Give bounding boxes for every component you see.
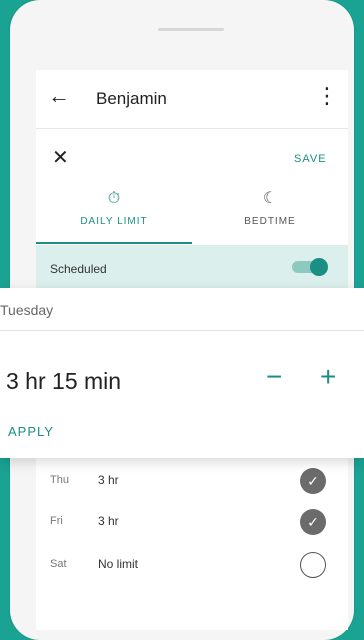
day-row-thu[interactable]: Thu 3 hr ✓ xyxy=(36,461,348,501)
active-tab-indicator xyxy=(36,242,192,244)
checkmark-icon[interactable]: ✓ xyxy=(300,509,326,535)
day-label: Sat xyxy=(50,558,67,570)
apply-button[interactable]: APPLY xyxy=(8,424,54,439)
scheduled-label: Scheduled xyxy=(50,262,107,276)
back-arrow-icon[interactable]: ← xyxy=(48,84,70,108)
close-icon[interactable]: ✕ xyxy=(52,148,69,168)
divider xyxy=(0,330,364,331)
moon-icon: ☾ xyxy=(262,190,278,207)
tab-daily-limit-label: DAILY LIMIT xyxy=(80,216,148,227)
app-bar: ← Benjamin ⋮ xyxy=(36,70,348,129)
scheduled-row: Scheduled xyxy=(36,245,348,289)
save-button[interactable]: SAVE xyxy=(294,153,327,165)
decrease-button[interactable]: − xyxy=(266,362,282,392)
day-label: Fri xyxy=(50,515,63,527)
editor-day-label: Tuesday xyxy=(0,302,54,318)
toggle-knob xyxy=(310,258,328,276)
time-limit-value: 3 hr 15 min xyxy=(6,368,122,394)
time-limit-editor-card: Tuesday 3 hr 15 min − + APPLY xyxy=(0,288,364,458)
tab-bedtime-label: BEDTIME xyxy=(244,216,296,227)
day-limit-value: 3 hr xyxy=(98,514,119,528)
checkmark-icon[interactable]: ✓ xyxy=(300,468,326,494)
day-limit-value: 3 hr xyxy=(98,473,119,487)
tab-bedtime[interactable]: ☾ BEDTIME xyxy=(192,188,348,244)
tab-daily-limit[interactable]: ⏱ DAILY LIMIT xyxy=(36,188,192,244)
more-options-icon[interactable]: ⋮ xyxy=(316,84,338,108)
increase-button[interactable]: + xyxy=(320,362,336,392)
day-label: Thu xyxy=(50,474,69,486)
page-title: Benjamin xyxy=(96,89,167,108)
speaker-grille xyxy=(158,28,224,31)
day-limit-value: No limit xyxy=(98,557,139,571)
day-row-sat[interactable]: Sat No limit xyxy=(36,545,348,585)
day-row-fri[interactable]: Fri 3 hr ✓ xyxy=(36,502,348,542)
unchecked-circle-icon[interactable] xyxy=(300,552,326,578)
timer-icon: ⏱ xyxy=(107,190,121,207)
